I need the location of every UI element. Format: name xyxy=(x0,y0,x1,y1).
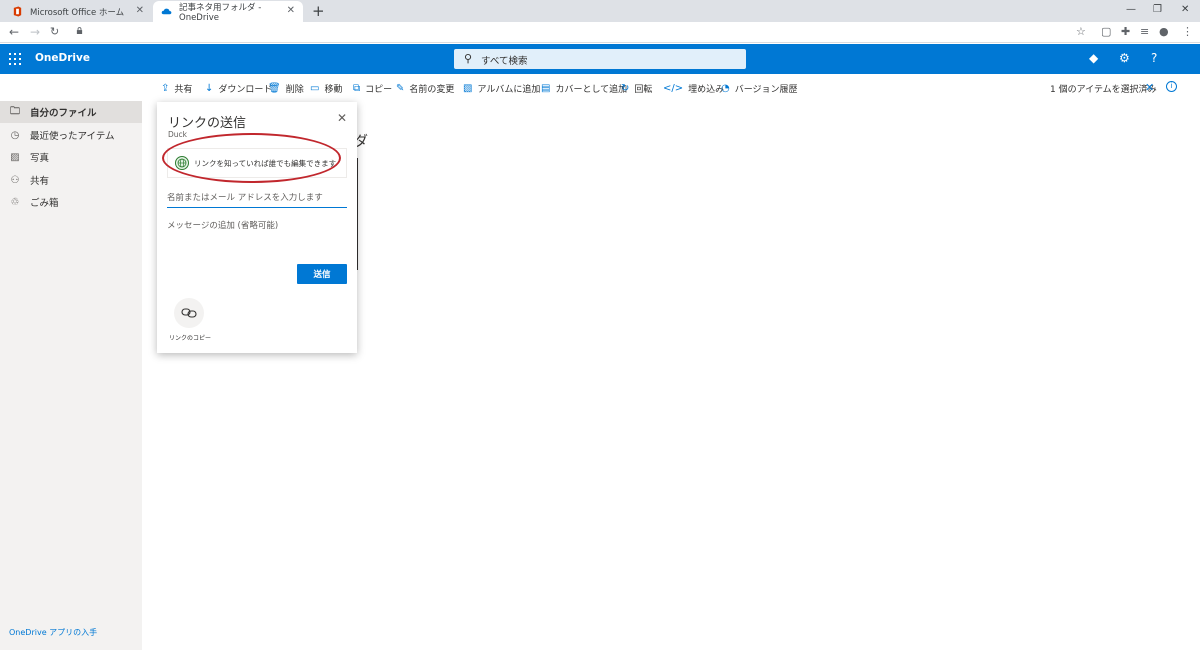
rotate-icon: ↻ xyxy=(621,83,630,94)
album-icon: ▧ xyxy=(463,83,473,94)
share-icon: ⇪ xyxy=(161,83,170,94)
info-icon[interactable]: i xyxy=(1166,81,1177,92)
queue-icon[interactable]: ≡ xyxy=(1140,25,1149,38)
browser-tab-onedrive[interactable]: 記事ネタ用フォルダ - OneDrive ✕ xyxy=(153,1,303,23)
forward-icon[interactable]: → xyxy=(30,25,40,39)
link-icon xyxy=(181,308,197,318)
copy-button[interactable]: ⧉ コピー xyxy=(353,82,392,95)
copy-link-button[interactable] xyxy=(174,298,204,328)
version-history-button[interactable]: ◔ バージョン履歴 xyxy=(721,82,798,95)
office-icon xyxy=(13,6,22,17)
back-icon[interactable]: ← xyxy=(9,25,19,39)
get-app-link[interactable]: OneDrive アプリの入手 xyxy=(9,627,97,638)
minimize-icon[interactable]: — xyxy=(1126,4,1136,15)
history-icon: ◔ xyxy=(721,83,730,94)
extension-icon[interactable]: ▢ xyxy=(1101,25,1111,38)
search-box[interactable]: ⚲ すべて検索 xyxy=(454,49,746,69)
puzzle-icon[interactable]: ✚ xyxy=(1121,25,1130,38)
rotate-button[interactable]: ↻ 回転 xyxy=(621,82,652,95)
recent-icon: ◷ xyxy=(10,129,20,141)
embed-icon: </> xyxy=(663,83,684,94)
app-launcher-icon[interactable] xyxy=(9,53,21,65)
onedrive-cloud-icon xyxy=(161,8,172,15)
menu-icon[interactable]: ⋮ xyxy=(1182,25,1193,38)
people-icon: ⚇ xyxy=(10,174,20,186)
delete-button[interactable]: 🗑 削除 xyxy=(268,82,304,95)
sidebar-item-photos[interactable]: ▨ 写真 xyxy=(0,146,142,168)
add-to-album-button[interactable]: ▧ アルバムに追加 xyxy=(463,82,540,95)
restore-icon[interactable]: ❐ xyxy=(1153,4,1162,15)
diamond-icon[interactable]: ◆ xyxy=(1089,51,1098,65)
share-button[interactable]: ⇪ 共有 xyxy=(161,82,192,95)
address-bar[interactable] xyxy=(68,24,1068,41)
download-button[interactable]: ↓ ダウンロード xyxy=(205,82,272,95)
photo-icon: ▨ xyxy=(10,151,20,163)
recipient-field[interactable] xyxy=(167,190,347,208)
search-icon: ⚲ xyxy=(464,52,473,65)
lock-icon xyxy=(76,27,83,34)
folder-icon: 🗀 xyxy=(10,105,20,117)
reload-icon[interactable]: ↻ xyxy=(50,25,59,38)
browser-tab-office[interactable]: Microsoft Office ホーム ✕ xyxy=(4,1,152,22)
move-icon: ▭ xyxy=(310,83,320,94)
close-icon[interactable]: ✕ xyxy=(1181,4,1189,15)
selection-count: 1 個のアイテムを選択済み xyxy=(1050,85,1157,95)
tab-title: Microsoft Office ホーム xyxy=(30,7,125,18)
cover-icon: ▤ xyxy=(541,83,551,94)
sidebar-item-recycle-bin[interactable]: ♲ ごみ箱 xyxy=(0,191,142,213)
tab-close-icon[interactable]: ✕ xyxy=(287,5,295,16)
download-icon: ↓ xyxy=(205,83,214,94)
sidebar-item-shared[interactable]: ⚇ 共有 xyxy=(0,169,142,191)
tab-close-icon[interactable]: ✕ xyxy=(136,5,144,16)
search-placeholder: すべて検索 xyxy=(481,56,528,67)
sidebar-item-my-files[interactable]: 🗀 自分のファイル xyxy=(0,101,142,123)
browser-tab-strip: Microsoft Office ホーム ✕ 記事ネタ用フォルダ - OneDr… xyxy=(0,0,1200,23)
trash-icon: 🗑 xyxy=(268,83,281,94)
plus-icon[interactable]: + xyxy=(312,2,325,20)
star-icon[interactable]: ☆ xyxy=(1076,25,1086,38)
move-button[interactable]: ▭ 移動 xyxy=(310,82,342,95)
embed-button[interactable]: </> 埋め込み xyxy=(663,82,724,95)
dialog-title: リンクの送信 xyxy=(168,116,247,131)
app-name[interactable]: OneDrive xyxy=(35,52,90,64)
add-as-cover-button[interactable]: ▤ カバーとして追加 xyxy=(541,82,627,95)
item-name: Duck xyxy=(168,130,187,139)
highlight-circle xyxy=(162,133,341,183)
copy-link-label: リンクのコピー xyxy=(169,335,212,342)
close-icon[interactable]: ✕ xyxy=(337,111,347,125)
profile-icon[interactable]: ● xyxy=(1159,25,1169,38)
app-header: OneDrive ⚲ すべて検索 ◆ ⚙ ? xyxy=(0,44,1200,74)
recipient-input[interactable] xyxy=(167,193,347,203)
message-input[interactable] xyxy=(167,219,347,255)
copy-icon: ⧉ xyxy=(353,83,361,94)
left-nav: 🗀 自分のファイル ◷ 最近使ったアイテム ▨ 写真 ⚇ 共有 ♲ ごみ箱 OneDriv… xyxy=(0,101,142,650)
message-field[interactable] xyxy=(167,219,347,259)
gear-icon[interactable]: ⚙ xyxy=(1119,51,1130,65)
browser-toolbar: ← → ↻ ☆ ▢ ✚ ≡ ● ⋮ xyxy=(0,22,1200,43)
rename-icon: ✎ xyxy=(396,83,405,94)
recycle-icon: ♲ xyxy=(10,196,20,208)
sidebar-item-recent[interactable]: ◷ 最近使ったアイテム xyxy=(0,124,142,146)
tab-title: 記事ネタ用フォルダ - OneDrive xyxy=(179,2,262,23)
command-bar: ⇪ 共有 ↓ ダウンロード 🗑 削除 ▭ 移動 ⧉ コピー ✎ 名前の変更 ▧ アルバムに追加… xyxy=(0,74,1200,102)
send-link-dialog: リンクの送信 ✕ Duck リンクを知っていれば誰でも編集できます › 送信 リ… xyxy=(157,102,357,353)
rename-button[interactable]: ✎ 名前の変更 xyxy=(396,82,454,95)
clear-selection-icon[interactable]: ✕ xyxy=(1145,81,1154,94)
help-icon[interactable]: ? xyxy=(1151,51,1157,65)
send-button[interactable]: 送信 xyxy=(297,264,347,284)
